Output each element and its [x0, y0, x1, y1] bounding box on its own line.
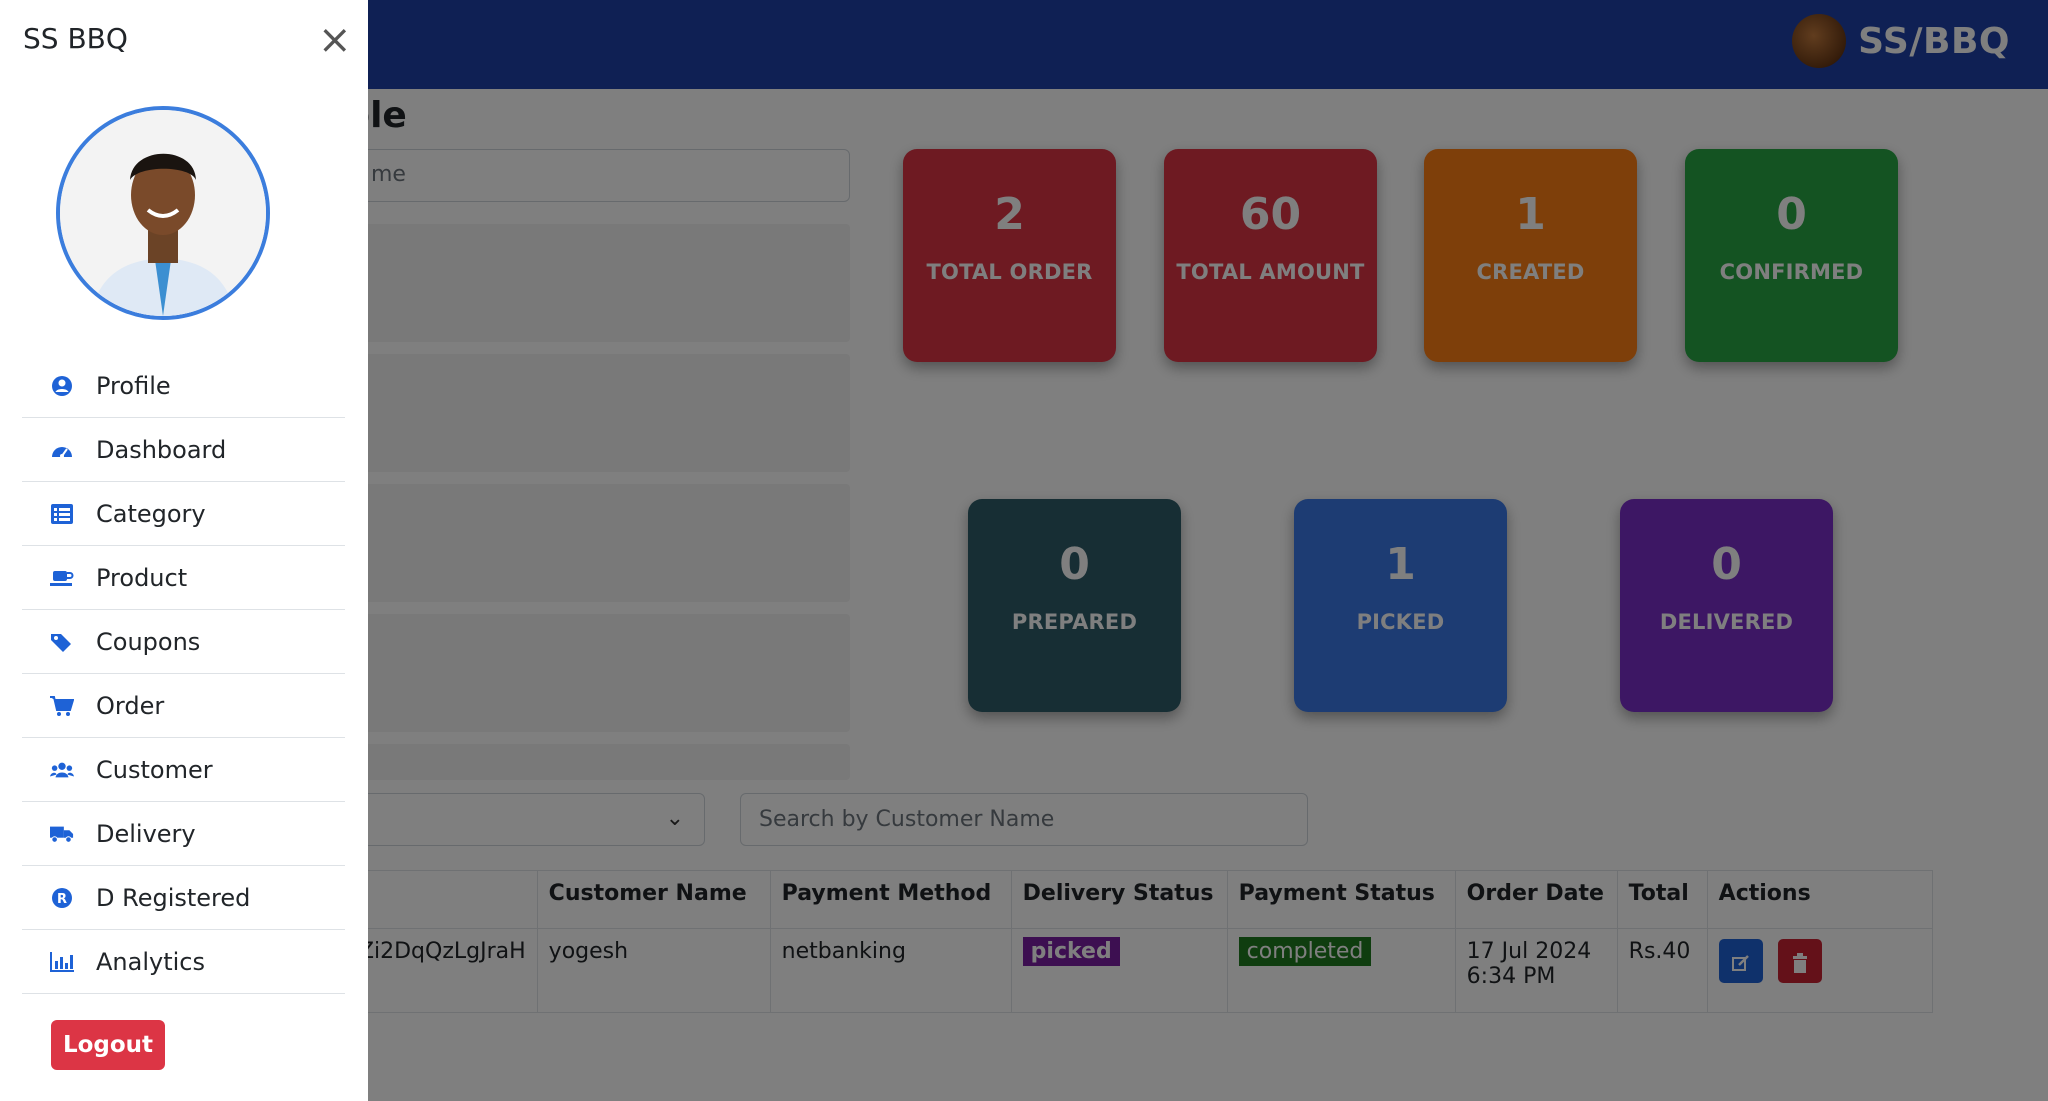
gauge-icon	[50, 438, 74, 462]
svg-text:R: R	[57, 892, 67, 907]
sidebar-item-customer[interactable]: Customer	[22, 738, 345, 802]
sidebar-item-analytics[interactable]: Analytics	[22, 930, 345, 994]
close-icon[interactable]: ×	[318, 20, 352, 60]
sidebar-item-label: Coupons	[96, 627, 201, 656]
truck-icon	[50, 822, 74, 846]
sidebar-item-label: Product	[96, 563, 188, 592]
sidebar-item-category[interactable]: Category	[22, 482, 345, 546]
user-circle-icon	[50, 374, 74, 398]
list-icon	[50, 502, 74, 526]
sidebar-menu: Profile Dashboard Category Product Coupo…	[22, 354, 345, 994]
sidebar-item-coupons[interactable]: Coupons	[22, 610, 345, 674]
sidebar: SS BBQ × Profile Dashboard Category Prod…	[0, 0, 368, 1101]
sidebar-item-delivery[interactable]: Delivery	[22, 802, 345, 866]
bar-chart-icon	[50, 950, 74, 974]
sidebar-item-d-registered[interactable]: R D Registered	[22, 866, 345, 930]
cup-icon	[50, 566, 74, 590]
users-icon	[50, 758, 74, 782]
sidebar-item-label: Dashboard	[96, 435, 227, 464]
sidebar-item-profile[interactable]: Profile	[22, 354, 345, 418]
sidebar-item-label: Category	[96, 499, 206, 528]
registered-icon: R	[50, 886, 74, 910]
logout-button[interactable]: Logout	[51, 1020, 165, 1070]
sidebar-item-label: Delivery	[96, 819, 196, 848]
sidebar-item-label: Profile	[96, 371, 171, 400]
cart-icon	[50, 694, 74, 718]
sidebar-item-label: Customer	[96, 755, 213, 784]
sidebar-item-order[interactable]: Order	[22, 674, 345, 738]
sidebar-item-label: Analytics	[96, 947, 205, 976]
sidebar-title: SS BBQ	[23, 22, 128, 55]
tags-icon	[50, 630, 74, 654]
avatar	[56, 106, 270, 320]
sidebar-item-dashboard[interactable]: Dashboard	[22, 418, 345, 482]
sidebar-item-label: D Registered	[96, 883, 251, 912]
avatar-image	[60, 110, 266, 316]
sidebar-item-label: Order	[96, 691, 165, 720]
sidebar-item-product[interactable]: Product	[22, 546, 345, 610]
